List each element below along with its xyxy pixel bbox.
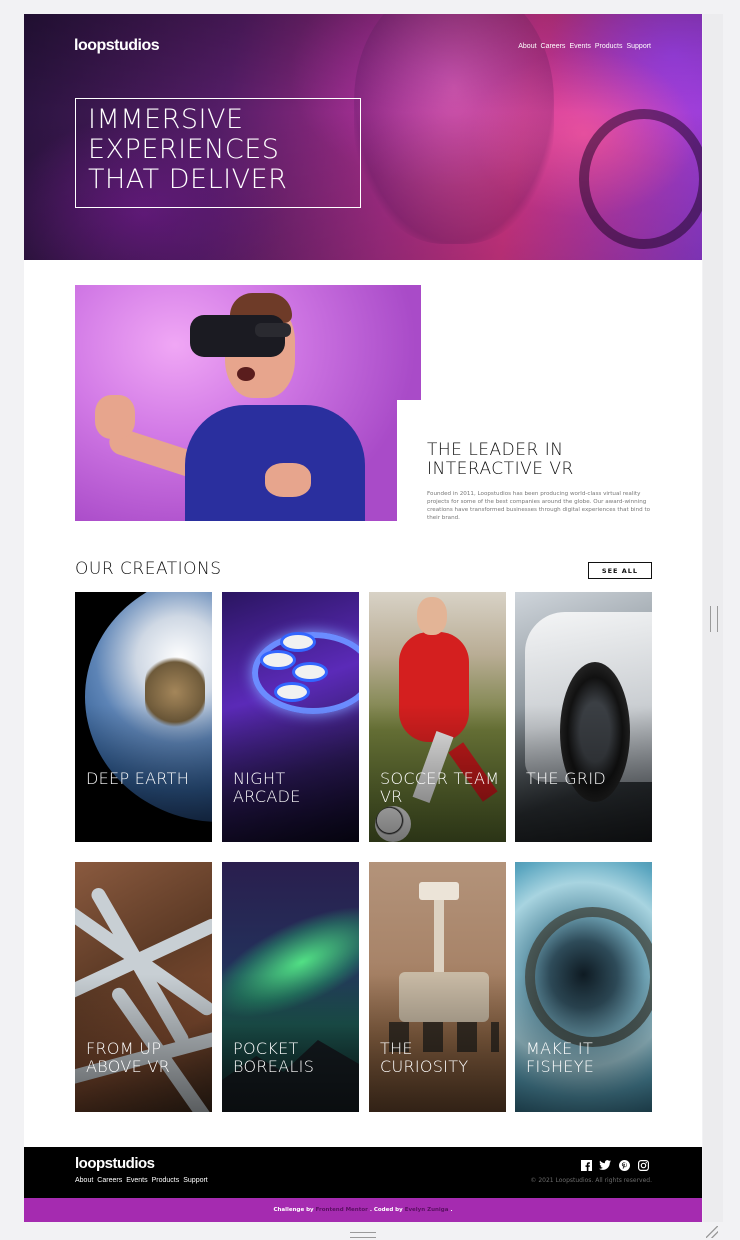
creation-label: THE CURIOSITY — [380, 1039, 469, 1076]
resize-handle-bottom[interactable] — [350, 1232, 376, 1238]
interactive-title: THE LEADER IN INTERACTIVE VR — [427, 440, 574, 479]
social-links — [580, 1159, 649, 1171]
twitter-icon[interactable] — [599, 1159, 611, 1171]
footer-nav-careers[interactable]: Careers — [97, 1177, 122, 1184]
nav-careers[interactable]: Careers — [541, 43, 566, 50]
creation-card-soccer-team-vr[interactable]: SOCCER TEAM VR — [369, 592, 506, 842]
creation-label: FROM UP ABOVE VR — [86, 1039, 171, 1076]
creation-card-from-up-above-vr[interactable]: FROM UP ABOVE VR — [75, 862, 212, 1112]
attribution-middle: . Coded by — [369, 1207, 403, 1213]
attribution-suffix: . — [450, 1207, 453, 1213]
nav-events[interactable]: Events — [569, 43, 590, 50]
hero-title: IMMERSIVE EXPERIENCES THAT DELIVER — [88, 104, 288, 195]
creation-label: SOCCER TEAM VR — [380, 769, 500, 806]
creation-card-the-grid[interactable]: THE GRID — [515, 592, 652, 842]
nav-about[interactable]: About — [518, 43, 536, 50]
interactive-description: Founded in 2011, Loopstudios has been pr… — [427, 491, 651, 521]
footer-nav: About Careers Events Products Support — [75, 1177, 208, 1184]
instagram-icon[interactable] — [637, 1159, 649, 1171]
attribution-prefix: Challenge by — [273, 1207, 314, 1213]
creation-label: MAKE IT FISHEYE — [526, 1039, 595, 1076]
copyright-text: © 2021 Loopstudios. All rights reserved. — [530, 1177, 652, 1184]
nav-products[interactable]: Products — [595, 43, 623, 50]
creation-label: NIGHT ARCADE — [233, 769, 301, 806]
creation-card-night-arcade[interactable]: NIGHT ARCADE — [222, 592, 359, 842]
vr-person-image — [75, 285, 421, 521]
creation-label: POCKET BOREALIS — [233, 1039, 315, 1076]
frontend-mentor-link[interactable]: Frontend Mentor — [316, 1207, 368, 1213]
footer: loopstudios About Careers Events Product… — [24, 1147, 702, 1198]
creation-card-make-it-fisheye[interactable]: MAKE IT FISHEYE — [515, 862, 652, 1112]
creation-label: THE GRID — [526, 769, 606, 788]
creation-card-deep-earth[interactable]: DEEP EARTH — [75, 592, 212, 842]
hero-title-box: IMMERSIVE EXPERIENCES THAT DELIVER — [75, 98, 361, 208]
footer-nav-support[interactable]: Support — [183, 1177, 208, 1184]
creation-card-the-curiosity[interactable]: THE CURIOSITY — [369, 862, 506, 1112]
facebook-icon[interactable] — [580, 1159, 592, 1171]
footer-logo[interactable]: loopstudios — [75, 1155, 155, 1172]
scrollbar-grip[interactable] — [710, 606, 718, 632]
see-all-button[interactable]: SEE ALL — [588, 562, 652, 579]
footer-nav-events[interactable]: Events — [126, 1177, 147, 1184]
pinterest-icon[interactable] — [618, 1159, 630, 1171]
header-nav: About Careers Events Products Support — [518, 43, 651, 50]
footer-nav-products[interactable]: Products — [152, 1177, 180, 1184]
resize-corner-icon[interactable] — [706, 1226, 718, 1238]
creation-label: DEEP EARTH — [86, 769, 190, 788]
header-logo[interactable]: loopstudios — [74, 37, 160, 55]
creation-card-pocket-borealis[interactable]: POCKET BOREALIS — [222, 862, 359, 1112]
footer-nav-about[interactable]: About — [75, 1177, 93, 1184]
creations-title: OUR CREATIONS — [75, 559, 222, 579]
nav-support[interactable]: Support — [626, 43, 651, 50]
page: loopstudios About Careers Events Product… — [24, 14, 702, 1222]
author-link[interactable]: Evelyn Zuniga — [405, 1207, 449, 1213]
hero-banner: loopstudios About Careers Events Product… — [24, 14, 702, 260]
attribution-bar: Challenge by Frontend Mentor . Coded by … — [24, 1198, 702, 1222]
